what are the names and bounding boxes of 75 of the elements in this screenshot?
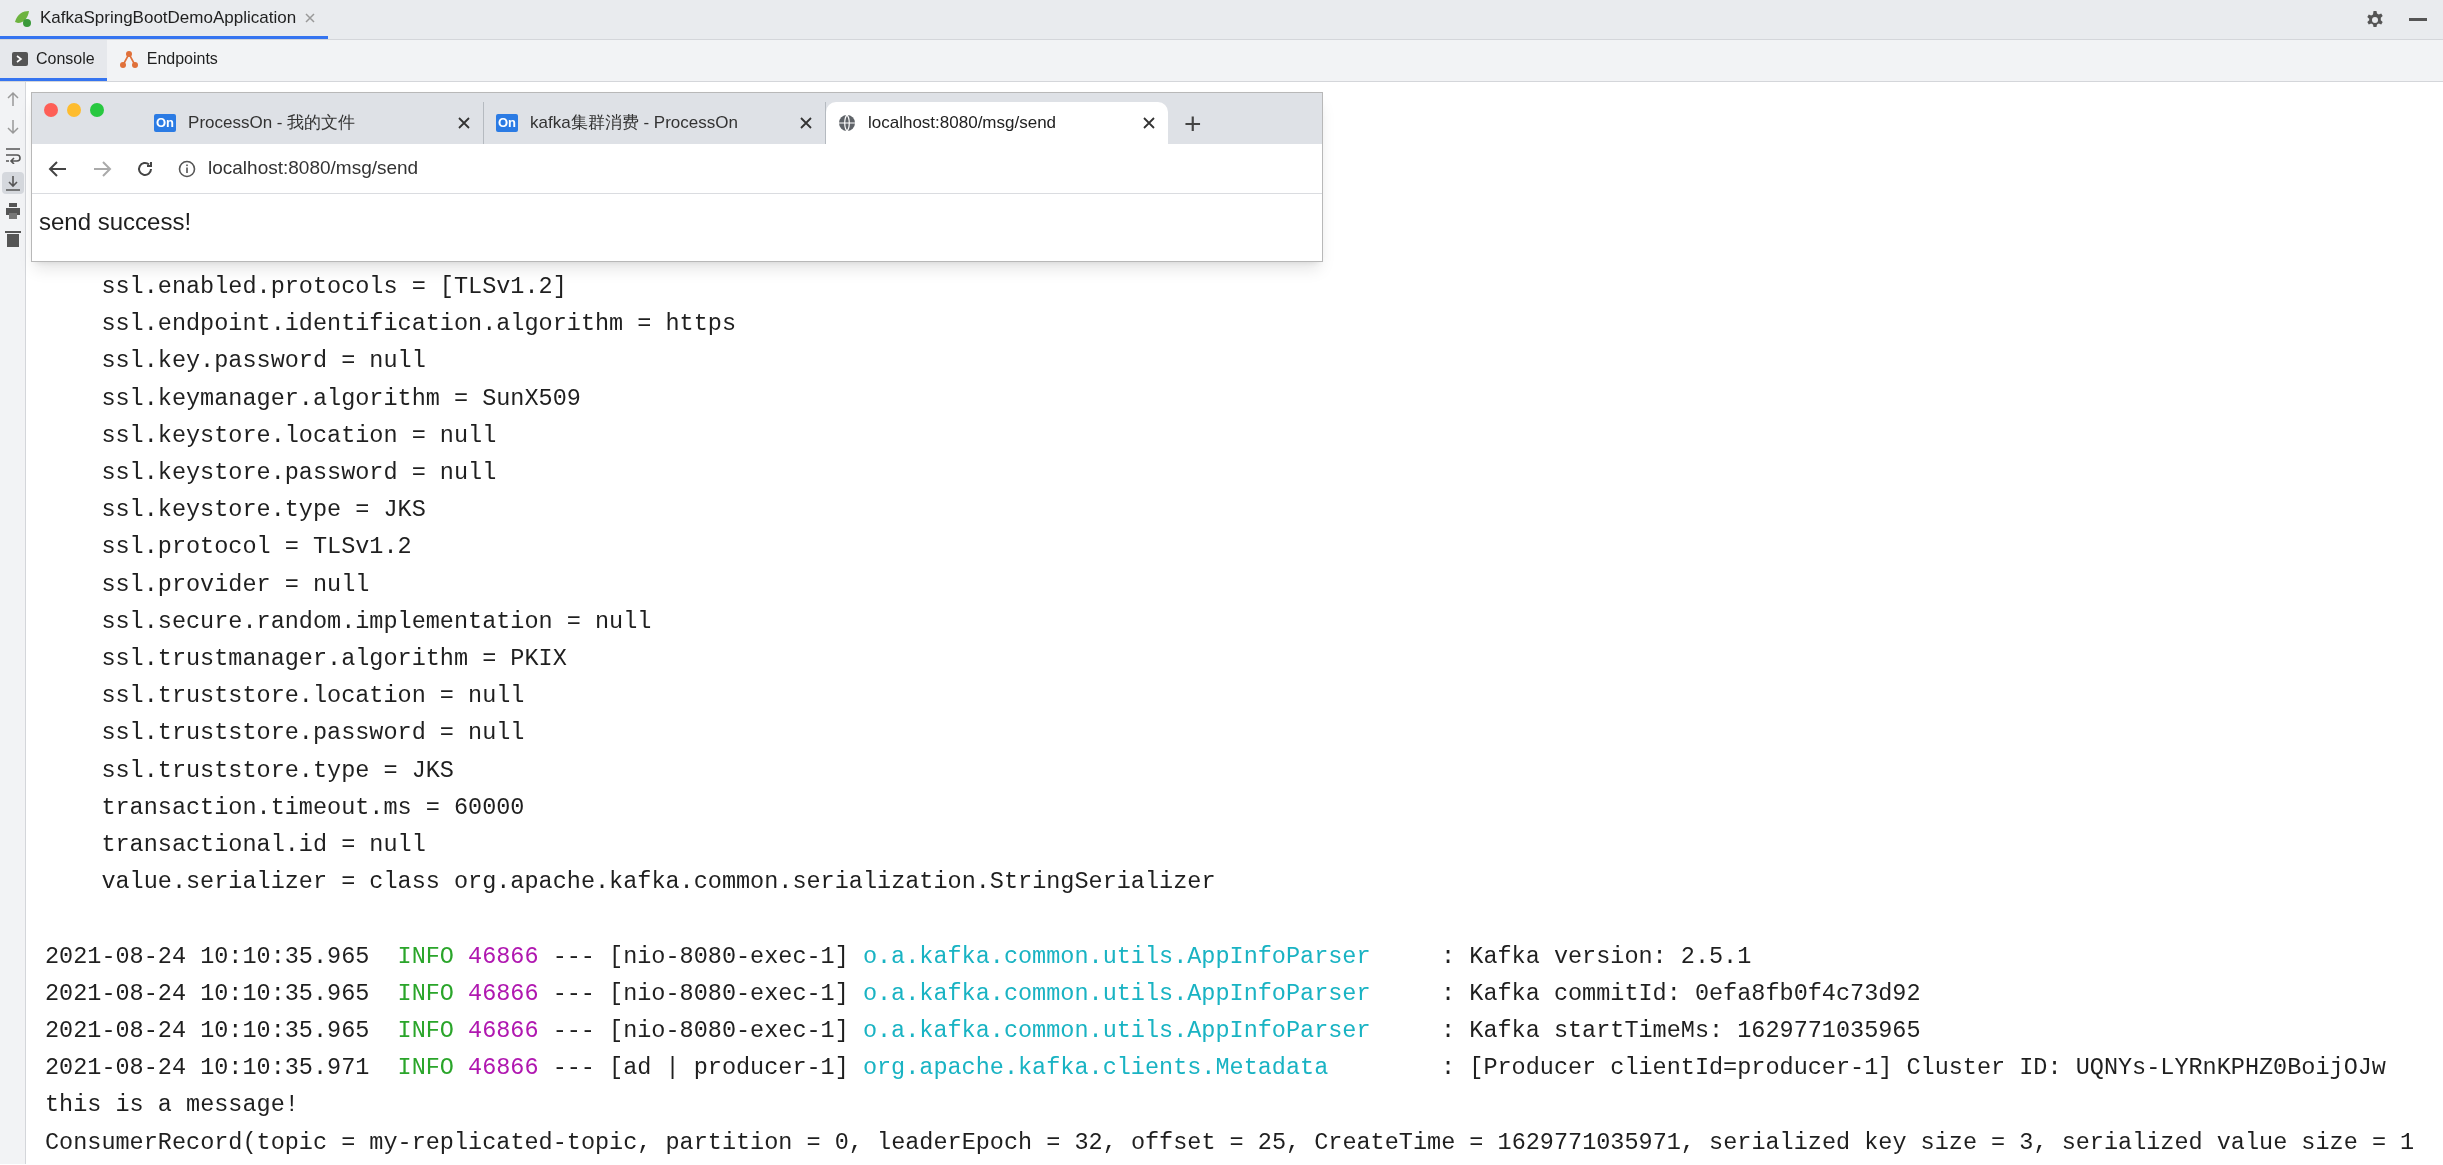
config-line: ssl.provider = null — [100, 570, 370, 598]
thread-name: [nio-8080-exec-1] — [609, 1016, 850, 1047]
log-line: ConsumerRecord(topic = my-replicated-topic, partition = 0, leaderEpoch = 32, offset = 25, CreateTime = 1629771035971, serialized key size = 3, serialized value size = 1 — [45, 1128, 2415, 1156]
config-line: ssl.protocol = TLSv1.2 — [100, 533, 412, 561]
logger-name: o.a.kafka.common.utils.AppInfoParser — [862, 1016, 1372, 1047]
close-icon[interactable] — [1142, 116, 1156, 130]
process-id: 46866 — [468, 941, 540, 972]
log-level: INFO — [397, 1016, 455, 1047]
config-line: value.serializer = class org.apache.kafka.common.serialization.StringSerializer — [100, 868, 1216, 896]
log-timestamp: 2021-08-24 10:10:35.965 — [45, 1016, 371, 1047]
minimize-icon[interactable] — [2409, 17, 2427, 22]
logger-name: o.a.kafka.common.utils.AppInfoParser — [862, 978, 1372, 1009]
new-tab-button[interactable]: + — [1168, 102, 1218, 144]
config-line: ssl.keystore.type = JKS — [100, 496, 426, 524]
back-icon[interactable] — [48, 159, 68, 178]
close-icon[interactable] — [457, 116, 471, 130]
site-logo-icon: On — [154, 114, 177, 132]
log-level: INFO — [397, 941, 455, 972]
config-line: transactional.id = null — [100, 831, 426, 859]
tool-tab[interactable]: Endpoints — [106, 40, 230, 81]
address-field[interactable]: localhost:8080/msg/send — [208, 154, 419, 183]
config-line: ssl.keystore.password = null — [100, 459, 497, 486]
process-id: 46866 — [468, 1016, 540, 1047]
log-level: INFO — [397, 1053, 455, 1084]
log-separator: --- — [552, 978, 596, 1009]
scroll-to-end-button[interactable] — [1, 172, 24, 194]
globe-icon — [838, 114, 856, 132]
process-id: 46866 — [468, 978, 540, 1009]
close-icon[interactable] — [799, 116, 813, 130]
config-line: ssl.truststore.password = null — [100, 719, 525, 747]
process-id: 46866 — [468, 1053, 540, 1084]
log-separator: --- — [552, 1016, 596, 1047]
wrap-icon — [4, 146, 21, 164]
page-text: send success! — [38, 207, 193, 237]
config-line: ssl.enabled.protocols = [TLSv1.2] — [100, 273, 567, 300]
log-separator: --- — [552, 1053, 596, 1084]
log-level: INFO — [397, 978, 455, 1009]
scroll-to-end-icon — [4, 174, 21, 192]
logger-name: org.apache.kafka.clients.Metadata — [862, 1053, 1330, 1084]
thread-name: [nio-8080-exec-1] — [609, 978, 850, 1009]
reload-icon[interactable] — [136, 159, 154, 178]
thread-name: [ad | producer-1] — [609, 1053, 850, 1084]
config-line: ssl.truststore.location = null — [100, 682, 525, 710]
config-line: ssl.secure.random.implementation = null — [100, 607, 652, 635]
log-timestamp: 2021-08-24 10:10:35.965 — [45, 978, 371, 1009]
log-line: this is a message! — [45, 1091, 299, 1119]
config-line: ssl.endpoint.identification.algorithm = https — [100, 310, 736, 338]
log-timestamp: 2021-08-24 10:10:35.971 — [45, 1053, 371, 1084]
site-logo-icon: On — [496, 114, 519, 132]
browser-tab[interactable]: localhost:8080/msg/send — [826, 102, 1168, 144]
log-message: : [Producer clientId=producer-1] Cluster ID: UQNYs-LYRnKPHZ0BoijOJw — [1441, 1053, 2386, 1084]
config-line: transaction.timeout.ms = 60000 — [100, 793, 525, 821]
config-line: ssl.keymanager.algorithm = SunX509 — [100, 384, 581, 412]
log-timestamp: 2021-08-24 10:10:35.965 — [45, 941, 371, 972]
log-message: : Kafka version: 2.5.1 — [1441, 941, 1752, 972]
log-separator: --- — [552, 941, 596, 972]
leaf-icon — [12, 8, 32, 28]
config-line: ssl.truststore.type = JKS — [100, 756, 454, 784]
browser-tab[interactable]: On kafka集群消费 - ProcessOn — [484, 102, 826, 144]
terminal-icon — [12, 52, 28, 66]
tool-tab[interactable]: Console — [0, 40, 107, 81]
trash-icon — [4, 230, 21, 248]
logger-name: o.a.kafka.common.utils.AppInfoParser — [862, 941, 1372, 972]
config-line: ssl.trustmanager.algorithm = PKIX — [100, 645, 567, 673]
nodes-icon — [118, 49, 139, 69]
printer-icon — [4, 202, 21, 220]
config-line: ssl.keystore.location = null — [100, 421, 497, 449]
down-arrow-icon — [4, 118, 21, 136]
log-message: : Kafka startTimeMs: 1629771035965 — [1441, 1016, 1921, 1047]
browser-tab[interactable]: On ProcessOn - 我的文件 — [142, 102, 484, 144]
info-icon[interactable] — [178, 159, 196, 178]
thread-name: [nio-8080-exec-1] — [609, 941, 850, 972]
log-message: : Kafka commitId: 0efa8fb0f4c73d92 — [1441, 978, 1921, 1009]
settings-icon[interactable] — [2365, 9, 2385, 30]
config-line: ssl.key.password = null — [100, 347, 426, 375]
